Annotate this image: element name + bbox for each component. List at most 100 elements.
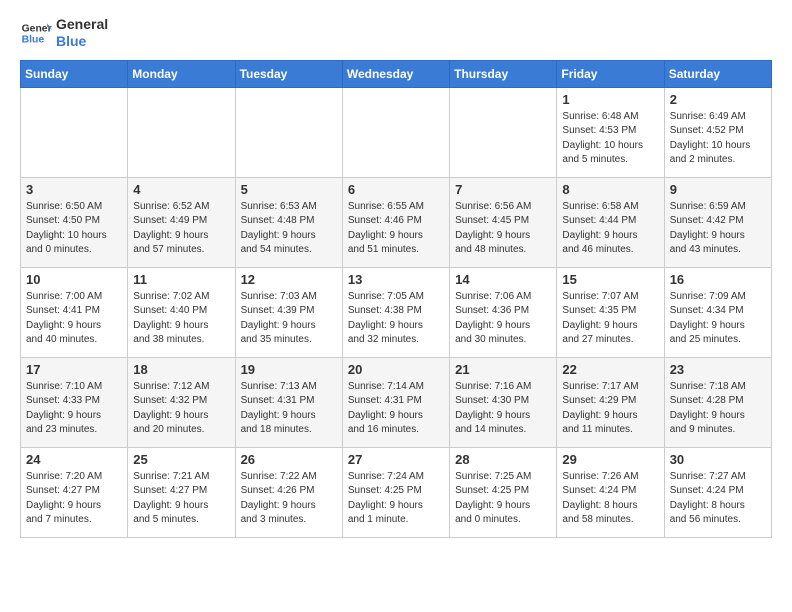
day-info: Sunrise: 7:16 AMSunset: 4:30 PMDaylight:… (455, 380, 551, 438)
weekday-header-monday: Monday (128, 60, 235, 87)
calendar-cell-w0-d4 (450, 87, 557, 177)
calendar-cell-w2-d6: 16 Sunrise: 7:09 AMSunset: 4:34 PMDayligh… (664, 267, 771, 357)
day-info: Sunrise: 7:14 AMSunset: 4:31 PMDaylight:… (348, 380, 444, 438)
day-number: 12 (241, 272, 337, 287)
day-number: 23 (670, 362, 766, 377)
calendar-cell-w3-d4: 21 Sunrise: 7:16 AMSunset: 4:30 PMDayligh… (450, 357, 557, 447)
day-number: 5 (241, 182, 337, 197)
day-number: 2 (670, 92, 766, 107)
weekday-header-friday: Friday (557, 60, 664, 87)
weekday-header-sunday: Sunday (21, 60, 128, 87)
calendar-cell-w1-d1: 4 Sunrise: 6:52 AMSunset: 4:49 PMDaylight… (128, 177, 235, 267)
day-number: 4 (133, 182, 229, 197)
day-number: 19 (241, 362, 337, 377)
day-info: Sunrise: 6:59 AMSunset: 4:42 PMDaylight:… (670, 200, 766, 258)
calendar-cell-w1-d6: 9 Sunrise: 6:59 AMSunset: 4:42 PMDaylight… (664, 177, 771, 267)
header-area: General Blue General Blue (20, 16, 772, 50)
day-info: Sunrise: 6:56 AMSunset: 4:45 PMDaylight:… (455, 200, 551, 258)
day-info: Sunrise: 7:20 AMSunset: 4:27 PMDaylight:… (26, 470, 122, 528)
day-info: Sunrise: 6:58 AMSunset: 4:44 PMDaylight:… (562, 200, 658, 258)
day-number: 22 (562, 362, 658, 377)
day-info: Sunrise: 7:12 AMSunset: 4:32 PMDaylight:… (133, 380, 229, 438)
logo-icon: General Blue (20, 17, 52, 49)
calendar-cell-w4-d0: 24 Sunrise: 7:20 AMSunset: 4:27 PMDayligh… (21, 447, 128, 537)
svg-text:Blue: Blue (22, 34, 45, 45)
calendar-cell-w2-d5: 15 Sunrise: 7:07 AMSunset: 4:35 PMDayligh… (557, 267, 664, 357)
logo-blue: Blue (56, 33, 108, 50)
day-info: Sunrise: 7:03 AMSunset: 4:39 PMDaylight:… (241, 290, 337, 348)
day-info: Sunrise: 7:25 AMSunset: 4:25 PMDaylight:… (455, 470, 551, 528)
day-number: 27 (348, 452, 444, 467)
calendar-cell-w4-d4: 28Sunrise: 7:25 AMSunset: 4:25 PMDayligh… (450, 447, 557, 537)
calendar-cell-w0-d0 (21, 87, 128, 177)
day-info: Sunrise: 6:53 AMSunset: 4:48 PMDaylight:… (241, 200, 337, 258)
weekday-header-wednesday: Wednesday (342, 60, 449, 87)
day-number: 24 (26, 452, 122, 467)
calendar-cell-w0-d6: 2 Sunrise: 6:49 AMSunset: 4:52 PMDaylight… (664, 87, 771, 177)
day-number: 10 (26, 272, 122, 287)
calendar-cell-w3-d2: 19 Sunrise: 7:13 AMSunset: 4:31 PMDayligh… (235, 357, 342, 447)
day-number: 26 (241, 452, 337, 467)
day-number: 8 (562, 182, 658, 197)
day-info: Sunrise: 7:22 AMSunset: 4:26 PMDaylight:… (241, 470, 337, 528)
calendar-cell-w3-d3: 20 Sunrise: 7:14 AMSunset: 4:31 PMDayligh… (342, 357, 449, 447)
calendar-cell-w2-d0: 10 Sunrise: 7:00 AMSunset: 4:41 PMDayligh… (21, 267, 128, 357)
calendar-cell-w4-d6: 30 Sunrise: 7:27 AMSunset: 4:24 PMDayligh… (664, 447, 771, 537)
weekday-header-tuesday: Tuesday (235, 60, 342, 87)
calendar-cell-w4-d1: 25Sunrise: 7:21 AMSunset: 4:27 PMDayligh… (128, 447, 235, 537)
calendar-cell-w4-d2: 26 Sunrise: 7:22 AMSunset: 4:26 PMDayligh… (235, 447, 342, 537)
day-info: Sunrise: 7:13 AMSunset: 4:31 PMDaylight:… (241, 380, 337, 438)
calendar-cell-w1-d0: 3 Sunrise: 6:50 AMSunset: 4:50 PMDaylight… (21, 177, 128, 267)
day-info: Sunrise: 7:17 AMSunset: 4:29 PMDaylight:… (562, 380, 658, 438)
calendar-cell-w1-d5: 8 Sunrise: 6:58 AMSunset: 4:44 PMDaylight… (557, 177, 664, 267)
day-info: Sunrise: 6:49 AMSunset: 4:52 PMDaylight:… (670, 110, 766, 168)
day-number: 20 (348, 362, 444, 377)
day-info: Sunrise: 7:10 AMSunset: 4:33 PMDaylight:… (26, 380, 122, 438)
day-number: 9 (670, 182, 766, 197)
day-number: 7 (455, 182, 551, 197)
calendar-table: SundayMondayTuesdayWednesdayThursdayFrid… (20, 60, 772, 538)
day-info: Sunrise: 7:18 AMSunset: 4:28 PMDaylight:… (670, 380, 766, 438)
day-info: Sunrise: 7:05 AMSunset: 4:38 PMDaylight:… (348, 290, 444, 348)
calendar-cell-w1-d4: 7 Sunrise: 6:56 AMSunset: 4:45 PMDaylight… (450, 177, 557, 267)
day-info: Sunrise: 6:50 AMSunset: 4:50 PMDaylight:… (26, 200, 122, 258)
day-number: 21 (455, 362, 551, 377)
calendar-cell-w3-d6: 23 Sunrise: 7:18 AMSunset: 4:28 PMDayligh… (664, 357, 771, 447)
day-info: Sunrise: 7:02 AMSunset: 4:40 PMDaylight:… (133, 290, 229, 348)
day-number: 13 (348, 272, 444, 287)
day-number: 1 (562, 92, 658, 107)
calendar-cell-w1-d2: 5 Sunrise: 6:53 AMSunset: 4:48 PMDaylight… (235, 177, 342, 267)
day-number: 18 (133, 362, 229, 377)
calendar-cell-w3-d1: 18 Sunrise: 7:12 AMSunset: 4:32 PMDayligh… (128, 357, 235, 447)
day-number: 14 (455, 272, 551, 287)
day-number: 29 (562, 452, 658, 467)
day-info: Sunrise: 6:55 AMSunset: 4:46 PMDaylight:… (348, 200, 444, 258)
calendar-cell-w1-d3: 6 Sunrise: 6:55 AMSunset: 4:46 PMDaylight… (342, 177, 449, 267)
day-number: 15 (562, 272, 658, 287)
day-info: Sunrise: 7:07 AMSunset: 4:35 PMDaylight:… (562, 290, 658, 348)
day-number: 16 (670, 272, 766, 287)
day-info: Sunrise: 7:06 AMSunset: 4:36 PMDaylight:… (455, 290, 551, 348)
day-info: Sunrise: 7:09 AMSunset: 4:34 PMDaylight:… (670, 290, 766, 348)
day-info: Sunrise: 7:26 AMSunset: 4:24 PMDaylight:… (562, 470, 658, 528)
day-number: 11 (133, 272, 229, 287)
calendar-cell-w0-d3 (342, 87, 449, 177)
weekday-header-saturday: Saturday (664, 60, 771, 87)
day-number: 6 (348, 182, 444, 197)
calendar-cell-w2-d1: 11 Sunrise: 7:02 AMSunset: 4:40 PMDayligh… (128, 267, 235, 357)
day-number: 17 (26, 362, 122, 377)
calendar-cell-w0-d2 (235, 87, 342, 177)
day-info: Sunrise: 6:52 AMSunset: 4:49 PMDaylight:… (133, 200, 229, 258)
day-number: 3 (26, 182, 122, 197)
calendar-cell-w4-d5: 29 Sunrise: 7:26 AMSunset: 4:24 PMDayligh… (557, 447, 664, 537)
day-info: Sunrise: 7:00 AMSunset: 4:41 PMDaylight:… (26, 290, 122, 348)
calendar-cell-w2-d2: 12 Sunrise: 7:03 AMSunset: 4:39 PMDayligh… (235, 267, 342, 357)
calendar-cell-w3-d0: 17 Sunrise: 7:10 AMSunset: 4:33 PMDayligh… (21, 357, 128, 447)
calendar-cell-w0-d1 (128, 87, 235, 177)
day-info: Sunrise: 7:27 AMSunset: 4:24 PMDaylight:… (670, 470, 766, 528)
calendar-cell-w2-d3: 13 Sunrise: 7:05 AMSunset: 4:38 PMDayligh… (342, 267, 449, 357)
weekday-header-thursday: Thursday (450, 60, 557, 87)
day-info: Sunrise: 6:48 AMSunset: 4:53 PMDaylight:… (562, 110, 658, 168)
day-number: 30 (670, 452, 766, 467)
logo: General Blue General Blue (20, 16, 108, 50)
